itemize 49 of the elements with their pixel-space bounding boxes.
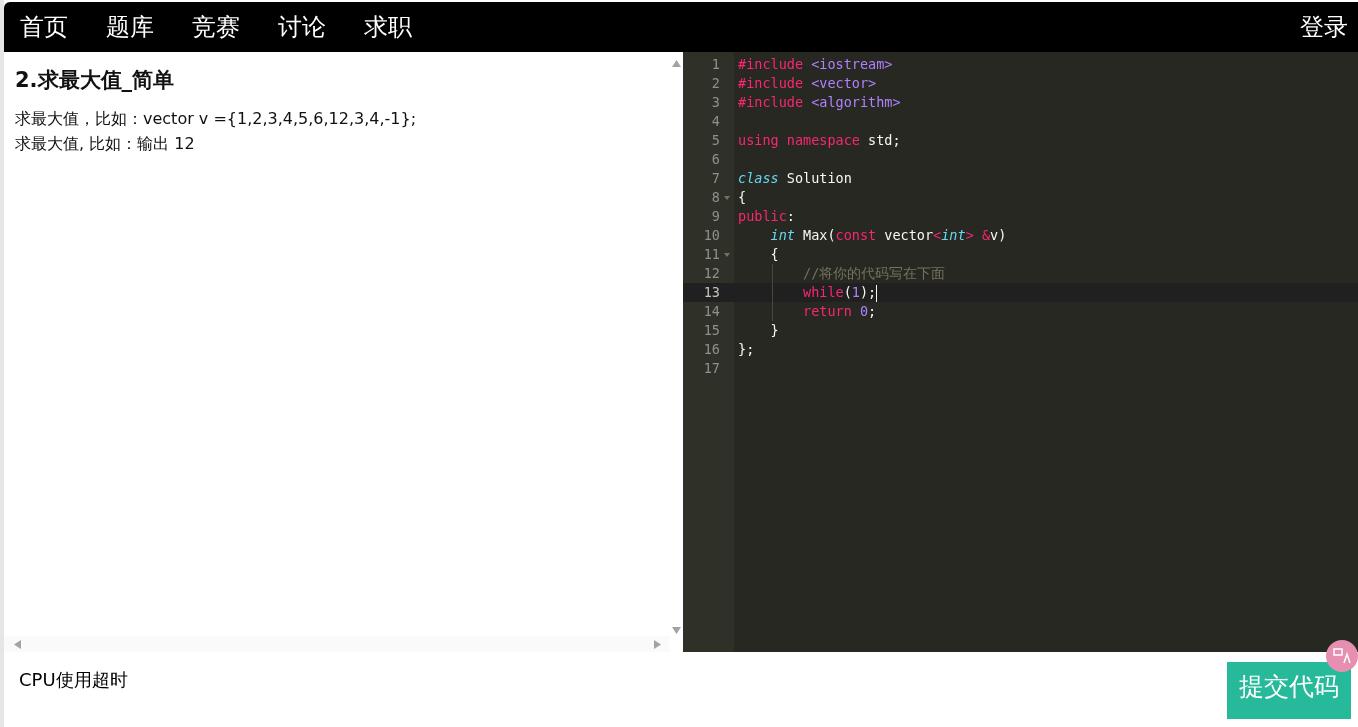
line-number: 6: [711, 150, 721, 169]
code-line: public:: [738, 208, 795, 224]
nav-link[interactable]: 讨论: [278, 11, 346, 43]
code-line: while(1);: [802, 284, 877, 300]
result-message: CPU使用超时: [19, 668, 128, 692]
scroll-left-icon[interactable]: [14, 640, 21, 649]
code-line: #include <iostream>: [738, 56, 893, 72]
nav-link[interactable]: 题库: [106, 11, 174, 43]
line-number: 4: [711, 112, 721, 131]
login-link[interactable]: 登录: [1300, 11, 1348, 43]
code-line: {: [769, 246, 779, 262]
code-line: //将你的代码写在下面: [802, 265, 946, 281]
line-number: 8: [711, 188, 721, 207]
line-number: 3: [711, 93, 721, 112]
fold-icon[interactable]: [724, 195, 730, 200]
line-number: 11: [703, 245, 721, 264]
line-number: 9: [711, 207, 721, 226]
line-number: 12: [703, 264, 721, 283]
text-cursor: [876, 284, 878, 302]
scroll-down-icon[interactable]: [672, 627, 681, 634]
code-line: };: [738, 341, 755, 357]
code-line: int Max(const vector<int> &v): [769, 227, 1007, 243]
problem-title: 2.求最大值_简单: [15, 67, 176, 94]
line-number: 13: [703, 283, 721, 302]
nav-link[interactable]: 求职: [364, 11, 432, 43]
problem-description: 求最大值, 比如：输出 12: [15, 133, 196, 155]
code-line: using namespace std;: [738, 132, 901, 148]
line-number: 15: [703, 321, 721, 340]
scroll-up-icon[interactable]: [672, 60, 681, 67]
translate-icon[interactable]: [1326, 640, 1358, 672]
line-number: 5: [711, 131, 721, 150]
line-number: 17: [703, 359, 721, 378]
code-line: return 0;: [802, 303, 877, 319]
line-number: 7: [711, 169, 721, 188]
line-number: 10: [703, 226, 721, 245]
code-line: class Solution: [738, 170, 852, 186]
code-line: {: [738, 189, 747, 205]
line-number: 16: [703, 340, 721, 359]
line-number: 2: [711, 74, 721, 93]
fold-icon[interactable]: [724, 252, 730, 257]
scroll-right-icon[interactable]: [654, 640, 661, 649]
line-number: 14: [703, 302, 721, 321]
problem-description: 求最大值，比如：vector v ={1,2,3,4,5,6,12,3,4,-1};: [15, 108, 418, 130]
nav-link[interactable]: 竞赛: [192, 11, 260, 43]
code-line: }: [769, 322, 779, 338]
code-line: #include <algorithm>: [738, 94, 901, 110]
nav-link[interactable]: 首页: [20, 11, 88, 43]
code-line: #include <vector>: [738, 75, 877, 91]
line-number: 1: [711, 55, 721, 74]
